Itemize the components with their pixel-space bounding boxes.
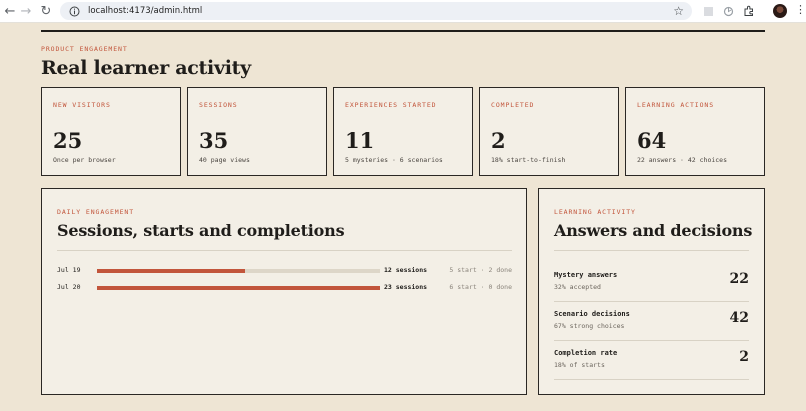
panel-eyebrow: LEARNING ACTIVITY xyxy=(554,208,636,216)
address-bar[interactable]: localhost:4173/admin.html ☆ xyxy=(60,2,692,20)
kpi-value: 2 xyxy=(491,128,506,153)
sessions-bar-fill xyxy=(97,269,245,273)
kpi-label: COMPLETED xyxy=(491,101,535,109)
reload-icon[interactable]: ↻ xyxy=(36,1,56,21)
kpi-card-new-visitors: NEW VISITORS 25 Once per browser xyxy=(41,87,181,176)
kpi-value: 35 xyxy=(199,128,229,153)
kpi-note: 5 mysteries · 6 scenarios xyxy=(345,156,443,164)
kpi-value: 25 xyxy=(53,128,83,153)
sessions-bar-track xyxy=(97,286,380,290)
sessions-bar-fill xyxy=(97,286,380,290)
extension-icon[interactable] xyxy=(700,3,716,19)
kpi-card-learning-actions: LEARNING ACTIONS 64 22 answers · 42 choi… xyxy=(625,87,765,176)
row-divider xyxy=(554,340,749,341)
daily-date: Jul 19 xyxy=(57,266,81,274)
menu-kebab-icon[interactable]: ⋮ xyxy=(795,3,806,16)
kpi-note: 18% start-to-finish xyxy=(491,156,566,164)
header-divider xyxy=(41,30,765,32)
panel-title: Sessions, starts and completions xyxy=(57,221,345,240)
panel-title: Answers and decisions xyxy=(554,221,753,240)
row-divider xyxy=(554,301,749,302)
stat-note: 32% accepted xyxy=(554,283,601,291)
stat-note: 18% of starts xyxy=(554,361,605,369)
stat-note: 67% strong choices xyxy=(554,322,625,330)
extensions-puzzle-icon[interactable] xyxy=(741,3,757,19)
kpi-card-completed: COMPLETED 2 18% start-to-finish xyxy=(479,87,619,176)
kpi-value: 11 xyxy=(345,128,375,153)
daily-row: Jul 19 12 sessions 5 start · 2 done xyxy=(57,266,512,276)
stat-value: 2 xyxy=(739,349,749,365)
forward-arrow-icon[interactable]: → xyxy=(16,1,36,21)
stat-label: Mystery answers xyxy=(554,271,618,279)
kpi-label: SESSIONS xyxy=(199,101,238,109)
kpi-card-sessions: SESSIONS 35 40 page views xyxy=(187,87,327,176)
stat-value: 22 xyxy=(729,271,749,287)
stat-label: Completion rate xyxy=(554,349,618,357)
stat-label: Scenario decisions xyxy=(554,310,630,318)
kpi-label: LEARNING ACTIONS xyxy=(637,101,715,109)
kpi-card-experiences-started: EXPERIENCES STARTED 11 5 mysteries · 6 s… xyxy=(333,87,473,176)
bookmark-star-icon[interactable]: ☆ xyxy=(673,4,684,18)
site-info-icon[interactable] xyxy=(66,3,82,19)
row-divider xyxy=(554,379,749,380)
stat-value: 42 xyxy=(729,310,749,326)
kpi-note: Once per browser xyxy=(53,156,116,164)
page-eyebrow: PRODUCT ENGAGEMENT xyxy=(41,45,128,53)
daily-meta: 5 start · 2 done xyxy=(449,266,512,274)
profile-avatar[interactable] xyxy=(773,4,787,18)
url-text[interactable]: localhost:4173/admin.html xyxy=(88,6,202,16)
kpi-label: NEW VISITORS xyxy=(53,101,111,109)
sessions-bar-track xyxy=(97,269,380,273)
panel-eyebrow: DAILY ENGAGEMENT xyxy=(57,208,135,216)
page-title: Real learner activity xyxy=(41,57,251,79)
daily-meta: 6 start · 0 done xyxy=(449,283,512,291)
browser-toolbar: ← → ↻ localhost:4173/admin.html ☆ ⋮ xyxy=(0,0,806,23)
learning-activity-panel: LEARNING ACTIVITY Answers and decisions … xyxy=(538,188,765,395)
daily-sessions-count: 12 sessions xyxy=(384,266,428,274)
kpi-note: 22 answers · 42 choices xyxy=(637,156,728,164)
kpi-value: 64 xyxy=(637,128,667,153)
panel-divider xyxy=(57,250,512,251)
daily-engagement-panel: DAILY ENGAGEMENT Sessions, starts and co… xyxy=(41,188,527,395)
kpi-label: EXPERIENCES STARTED xyxy=(345,101,437,109)
daily-date: Jul 20 xyxy=(57,283,81,291)
extension-icon[interactable] xyxy=(720,3,736,19)
kpi-note: 40 page views xyxy=(199,156,250,164)
daily-sessions-count: 23 sessions xyxy=(384,283,428,291)
daily-row: Jul 20 23 sessions 6 start · 0 done xyxy=(57,283,512,293)
panel-divider xyxy=(554,250,749,251)
